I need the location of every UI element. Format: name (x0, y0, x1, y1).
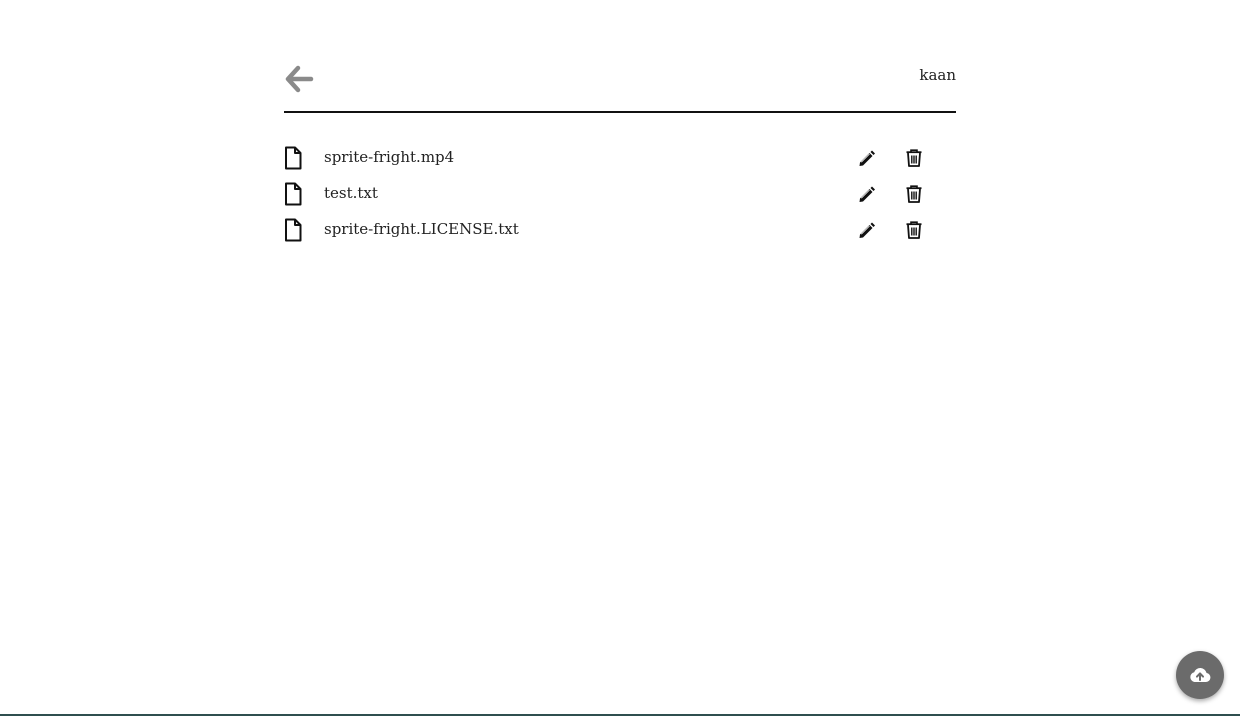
pencil-icon[interactable] (858, 149, 876, 167)
list-item: sprite-fright.mp4 (284, 144, 956, 180)
file-icon (285, 182, 302, 206)
trash-icon[interactable] (905, 185, 923, 203)
username[interactable]: kaan (919, 64, 956, 86)
pencil-icon[interactable] (858, 221, 876, 239)
cloud-upload-icon (1190, 668, 1211, 682)
upload-button[interactable] (1176, 651, 1224, 699)
header: kaan (284, 0, 956, 113)
trash-icon[interactable] (905, 221, 923, 239)
list-item: sprite-fright.LICENSE.txt (284, 216, 956, 252)
file-name[interactable]: sprite-fright.mp4 (324, 146, 454, 168)
list-item: test.txt (284, 180, 956, 216)
pencil-icon[interactable] (858, 185, 876, 203)
file-manager-page: kaan sprite-fright.mp4 test.txt sprite-f… (0, 0, 1240, 716)
main-container: kaan sprite-fright.mp4 test.txt sprite-f… (284, 0, 956, 242)
arrow-left-icon[interactable] (284, 64, 314, 94)
file-icon (285, 146, 302, 170)
file-name[interactable]: sprite-fright.LICENSE.txt (324, 218, 519, 240)
file-name[interactable]: test.txt (324, 182, 378, 204)
trash-icon[interactable] (905, 149, 923, 167)
file-icon (285, 218, 302, 242)
file-list: sprite-fright.mp4 test.txt sprite-fright… (284, 144, 956, 252)
